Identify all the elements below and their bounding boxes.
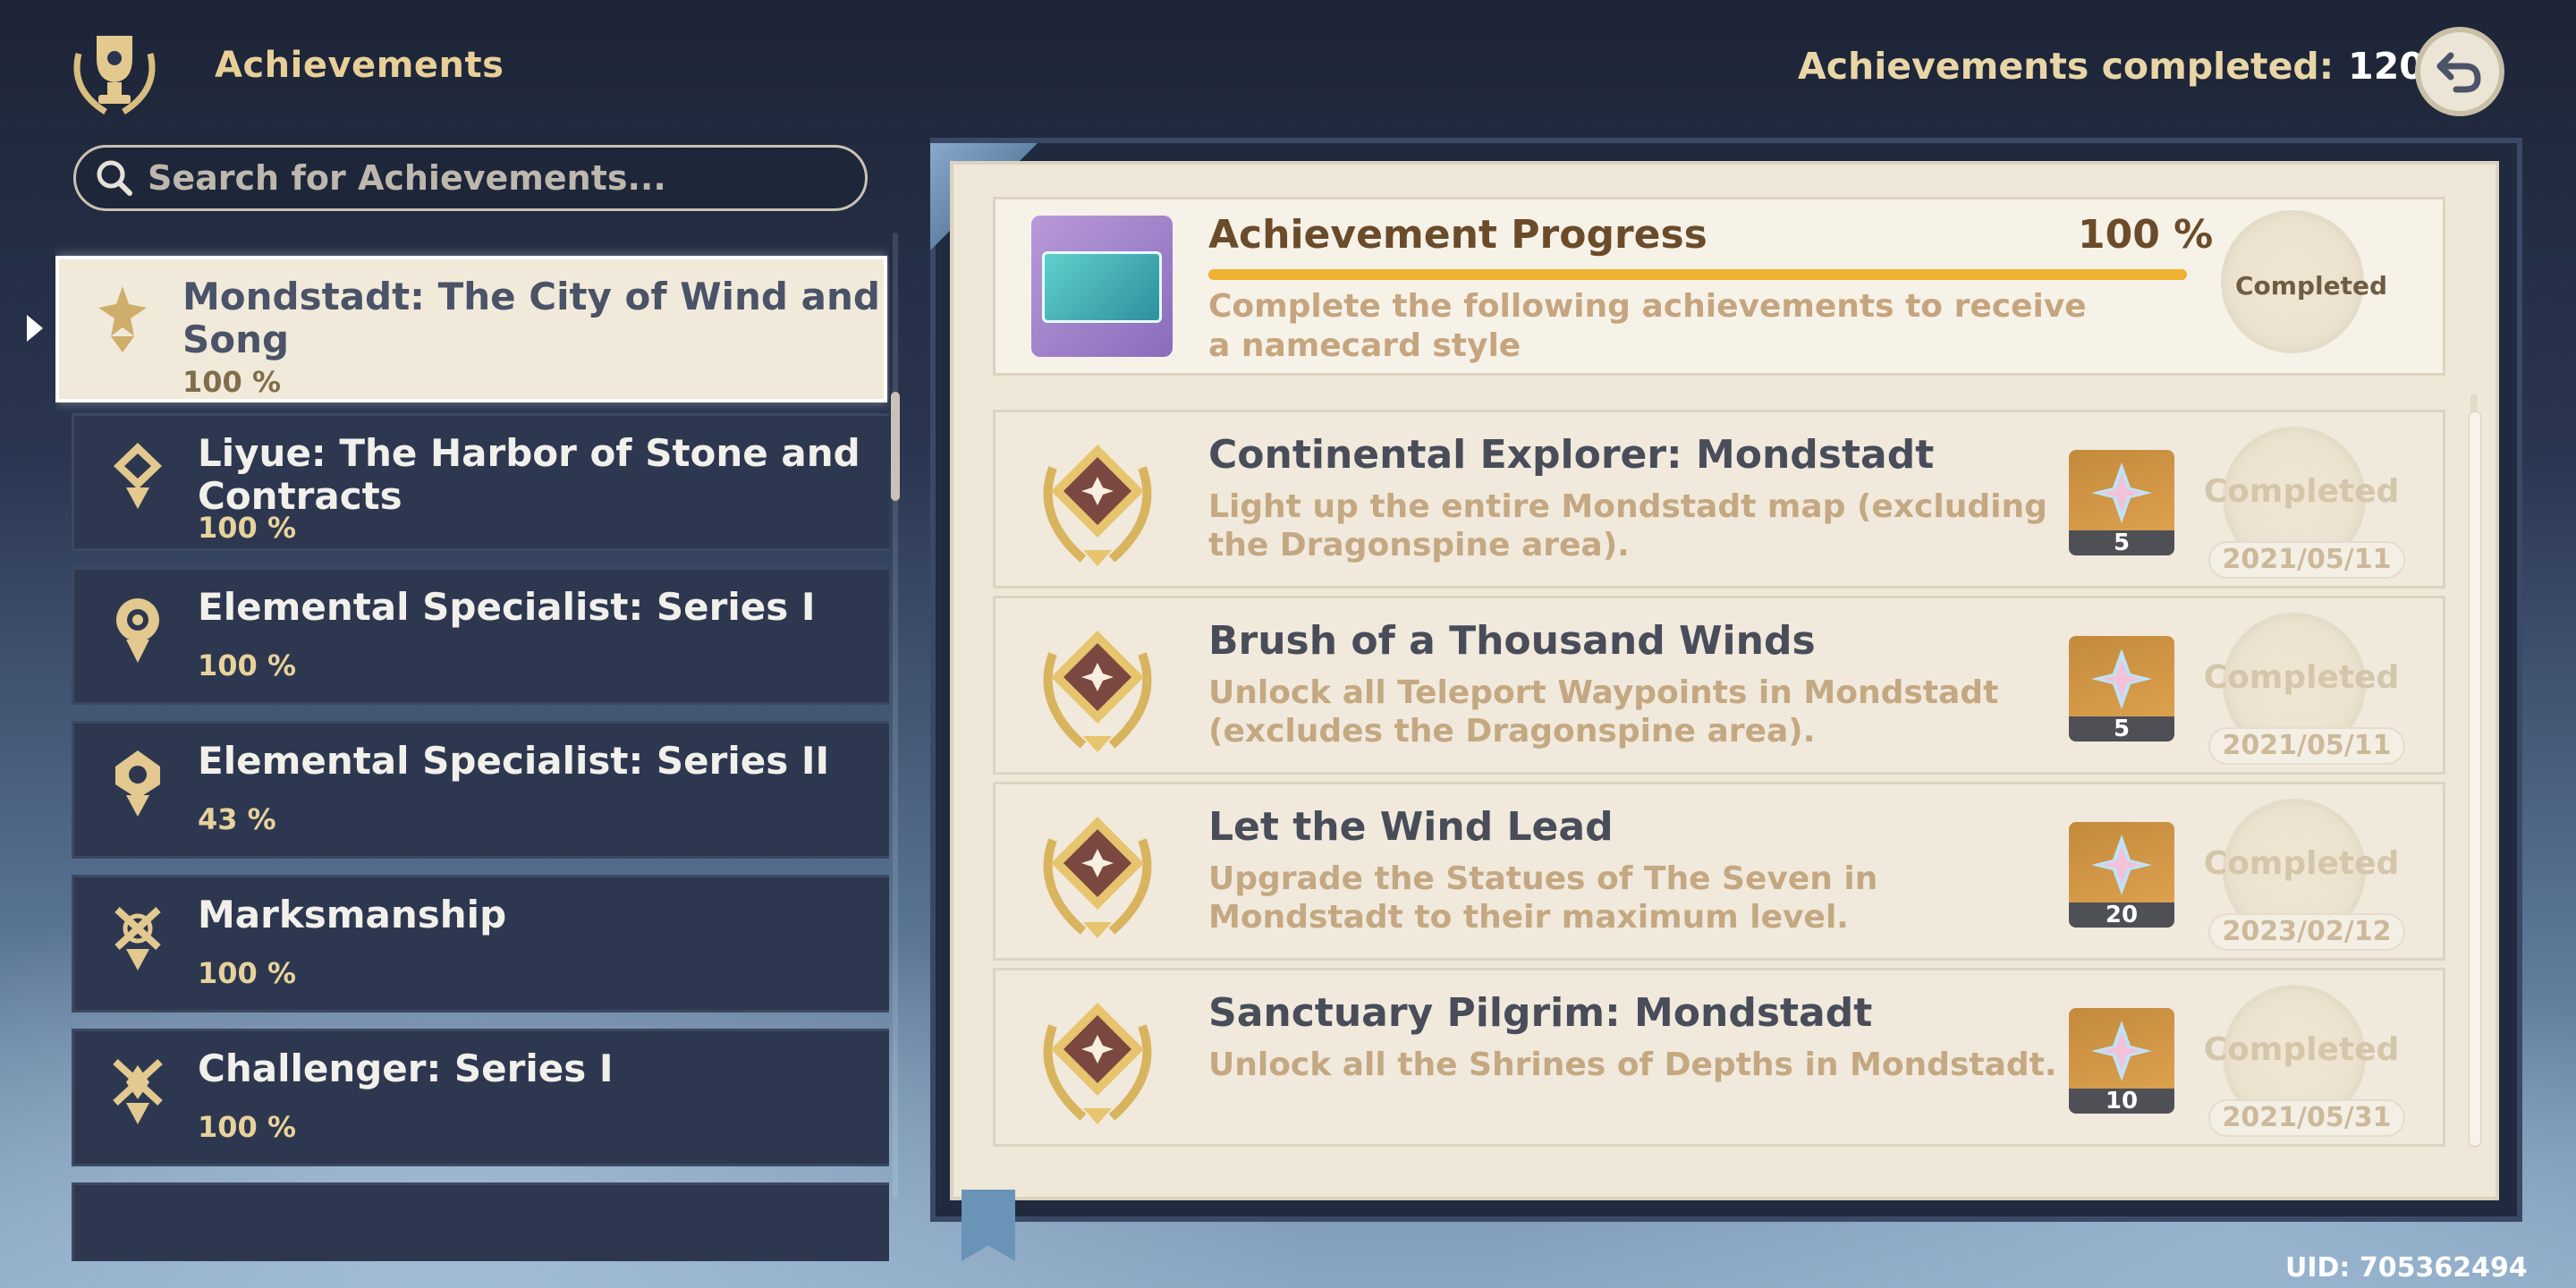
crossed-swords-icon [113, 1059, 163, 1124]
category-percent: 100 % [198, 648, 296, 682]
progress-bar-fill [1208, 269, 2187, 280]
progress-status: Completed [2234, 271, 2387, 301]
achievement-medal-icon [1043, 1003, 1152, 1124]
primogem-icon [2091, 835, 2152, 895]
elemental-emblem-icon [116, 598, 159, 663]
category-percent: 100 % [182, 365, 281, 399]
elemental-emblem-icon [115, 750, 160, 817]
achievement-date: 2023/02/12 [2208, 913, 2405, 951]
selected-indicator-icon [27, 315, 43, 342]
progress-description: Complete the following achievements to r… [1208, 288, 2087, 364]
primogem-icon [2091, 648, 2152, 709]
achievement-medal-icon [1043, 631, 1152, 752]
progress-percent: 100 % [2078, 212, 2214, 258]
achievement-status: Completed [2203, 845, 2400, 882]
reward-count: 20 [2069, 902, 2174, 928]
progress-bar [1208, 269, 2187, 280]
category-item-challenger-1[interactable]: Challenger: Series I 100 % [72, 1029, 889, 1166]
achievement-row[interactable]: Let the Wind Lead Upgrade the Statues of… [993, 782, 2445, 961]
achievement-row[interactable]: Brush of a Thousand Winds Unlock all Tel… [993, 596, 2445, 775]
achievement-status: Completed [2203, 659, 2400, 696]
category-name: Mondstadt: The City of Wind and Song [182, 275, 880, 361]
category-percent: 100 % [198, 1110, 296, 1144]
category-item-partial[interactable] [72, 1182, 889, 1261]
search-icon [97, 160, 132, 196]
achievement-medal-icon [1043, 817, 1152, 938]
achievement-row[interactable]: Continental Explorer: Mondstadt Light up… [993, 410, 2445, 589]
reward-item[interactable]: 20 [2069, 822, 2174, 928]
search-bar[interactable] [73, 145, 868, 211]
primogem-icon [2091, 462, 2152, 523]
category-name: Marksmanship [198, 893, 507, 936]
category-scrollbar-track[interactable] [893, 233, 898, 1199]
achievement-date: 2021/05/11 [2208, 541, 2405, 579]
category-item-elemental-specialist-2[interactable]: Elemental Specialist: Series II 43 % [72, 721, 889, 859]
back-arrow-icon [2436, 52, 2481, 93]
namecard-reward-icon [1031, 216, 1173, 357]
completed-label: Achievements completed: [1798, 45, 2334, 88]
achievement-status: Completed [2203, 1031, 2400, 1068]
search-input[interactable] [146, 157, 847, 199]
mondstadt-emblem-icon [98, 286, 147, 352]
achievement-scrollbar-thumb[interactable] [2469, 411, 2481, 1147]
reward-item[interactable]: 5 [2069, 450, 2174, 555]
achievement-status: Completed [2203, 473, 2400, 510]
reward-count: 5 [2069, 716, 2174, 741]
achievements-completed-counter: Achievements completed: 1204 [1798, 45, 2450, 88]
progress-title: Achievement Progress [1208, 212, 1707, 258]
category-percent: 100 % [198, 511, 296, 545]
reward-count: 10 [2069, 1089, 2174, 1114]
category-percent: 100 % [198, 956, 296, 990]
book-bookmark-ribbon [962, 1190, 1015, 1261]
trophy-laurel-icon [61, 18, 168, 125]
achievement-medal-icon [1043, 445, 1152, 566]
reward-item[interactable]: 5 [2069, 636, 2174, 741]
category-name: Liyue: The Harbor of Stone and Contracts [198, 431, 860, 518]
achievement-title: Sanctuary Pilgrim: Mondstadt [1208, 990, 1873, 1036]
category-item-mondstadt[interactable]: Mondstadt: The City of Wind and Song 100… [55, 256, 887, 402]
crossed-bows-icon [114, 907, 161, 970]
reward-item[interactable]: 10 [2069, 1008, 2174, 1114]
category-list[interactable]: Mondstadt: The City of Wind and Song 100… [55, 242, 889, 1261]
player-uid: UID: 705362494 [2285, 1252, 2528, 1284]
achievement-title: Let the Wind Lead [1208, 804, 1614, 850]
achievement-description: Light up the entire Mondstadt map (exclu… [1208, 488, 2047, 564]
category-percent: 43 % [198, 802, 276, 836]
achievement-description: Upgrade the Statues of The Seven in Mond… [1208, 860, 1878, 936]
page-title: Achievements [215, 45, 504, 86]
category-scrollbar-thumb[interactable] [891, 392, 900, 501]
category-item-elemental-specialist-1[interactable]: Elemental Specialist: Series I 100 % [72, 567, 889, 705]
primogem-icon [2091, 1021, 2152, 1081]
category-item-liyue[interactable]: Liyue: The Harbor of Stone and Contracts… [72, 413, 889, 551]
achievement-date: 2021/05/31 [2208, 1099, 2405, 1137]
liyue-emblem-icon [114, 443, 162, 509]
reward-count: 5 [2069, 530, 2174, 555]
achievement-title: Continental Explorer: Mondstadt [1208, 432, 1935, 478]
category-name: Elemental Specialist: Series I [198, 585, 816, 629]
achievement-date: 2021/05/11 [2208, 727, 2405, 765]
category-item-marksmanship[interactable]: Marksmanship 100 % [72, 875, 889, 1013]
back-button[interactable] [2415, 27, 2504, 116]
achievement-description: Unlock all the Shrines of Depths in Mond… [1208, 1046, 2057, 1083]
category-name: Elemental Specialist: Series II [198, 739, 830, 783]
achievement-row[interactable]: Sanctuary Pilgrim: Mondstadt Unlock all … [993, 968, 2445, 1147]
category-name: Challenger: Series I [198, 1046, 614, 1090]
achievement-progress-card: Achievement Progress 100 % Complete the … [993, 197, 2445, 376]
achievement-title: Brush of a Thousand Winds [1208, 618, 1816, 664]
achievement-description: Unlock all Teleport Waypoints in Mondsta… [1208, 674, 1999, 750]
